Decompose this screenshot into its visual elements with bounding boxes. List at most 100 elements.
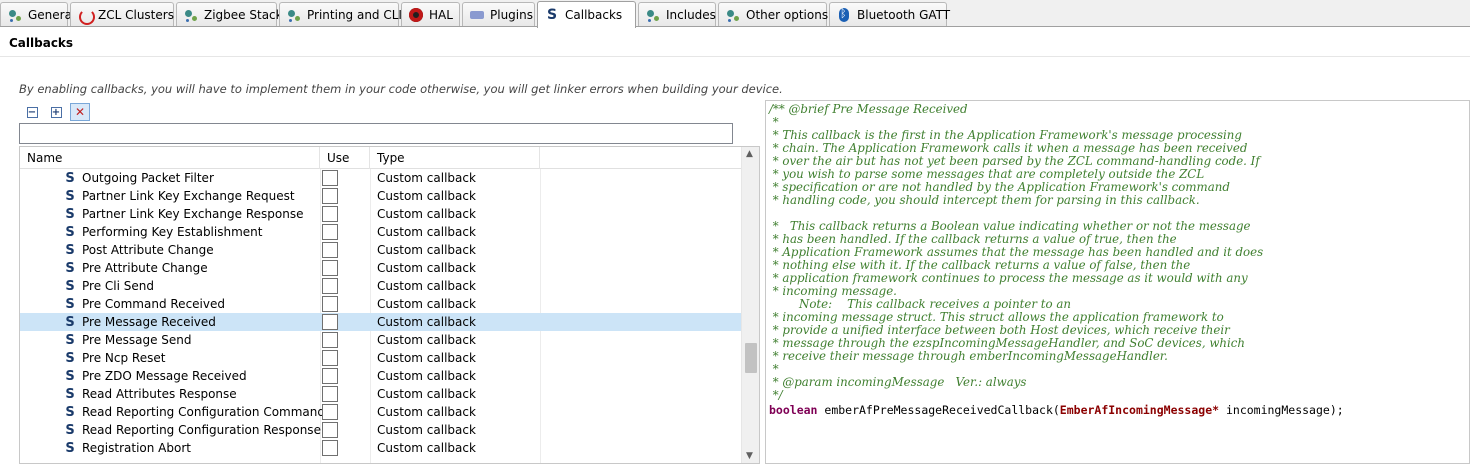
callback-name-cell: S Pre Attribute Change <box>62 259 207 277</box>
tab-plugins[interactable]: Plugins <box>462 2 535 26</box>
use-checkbox[interactable] <box>322 404 338 420</box>
use-checkbox[interactable] <box>322 278 338 294</box>
callback-icon: S <box>65 207 75 222</box>
callback-type: Custom callback <box>377 405 476 419</box>
collapse-all-button[interactable]: − <box>22 103 42 121</box>
use-checkbox[interactable] <box>322 368 338 384</box>
table-row[interactable]: S Pre Ncp Reset Custom callback <box>20 349 742 367</box>
callback-name-cell: S Pre Ncp Reset <box>62 349 165 367</box>
zcl-icon <box>77 7 95 25</box>
tab-label: Bluetooth GATT <box>857 7 951 22</box>
gear-icon <box>286 7 302 23</box>
use-checkbox[interactable] <box>322 242 338 258</box>
callback-type: Custom callback <box>377 279 476 293</box>
use-checkbox[interactable] <box>322 224 338 240</box>
callback-name: Partner Link Key Exchange Request <box>82 189 295 203</box>
callback-icon: S <box>65 423 75 438</box>
callback-name-cell: S Pre Command Received <box>62 295 225 313</box>
table-row[interactable]: S Read Reporting Configuration Response Cu… <box>20 421 742 439</box>
use-checkbox[interactable] <box>322 350 338 366</box>
gear-icon <box>725 7 741 23</box>
use-checkbox[interactable] <box>322 386 338 402</box>
callback-type: Custom callback <box>377 423 476 437</box>
callback-type: Custom callback <box>377 441 476 455</box>
callback-name: Read Reporting Configuration Response <box>82 423 321 437</box>
use-checkbox[interactable] <box>322 296 338 312</box>
table-row[interactable]: S Registration Abort Custom callback <box>20 439 742 457</box>
callback-icon: S <box>65 315 75 330</box>
table-row[interactable]: S Read Attributes Response Custom callback <box>20 385 742 403</box>
table-scrollbar[interactable]: ▲ ▼ <box>741 147 759 463</box>
callback-name: Post Attribute Change <box>82 243 214 257</box>
callback-icon: S <box>65 225 75 240</box>
column-header-type[interactable]: Type <box>370 147 540 169</box>
table-row[interactable]: S Post Attribute Change Custom callback <box>20 241 742 259</box>
callback-type: Custom callback <box>377 369 476 383</box>
callback-name-cell: S Performing Key Establishment <box>62 223 262 241</box>
filter-toggle-button[interactable]: ✕ <box>70 103 90 121</box>
scroll-down-icon[interactable]: ▼ <box>746 451 753 461</box>
column-header-use[interactable]: Use <box>320 147 370 169</box>
callback-type: Custom callback <box>377 387 476 401</box>
table-row[interactable]: S Pre Message Received Custom callback <box>20 313 742 331</box>
callback-icon: S <box>65 189 75 204</box>
tree-toolbar: − + ✕ <box>22 103 90 121</box>
table-row[interactable]: S Pre Message Send Custom callback <box>20 331 742 349</box>
use-checkbox[interactable] <box>322 260 338 276</box>
callback-icon: S <box>65 243 75 258</box>
callback-filter-input[interactable] <box>19 123 733 144</box>
tab-zigbee-stack[interactable]: Zigbee Stack <box>176 2 283 26</box>
expand-all-button[interactable]: + <box>46 103 66 121</box>
comment-line: * @param incomingMessage Ver.: always <box>769 375 1027 389</box>
callback-name: Pre Message Send <box>82 333 192 347</box>
tab-label: Printing and CLI <box>307 7 402 22</box>
tab-bluetooth-gatt[interactable]: Bluetooth GATT <box>829 2 951 26</box>
use-checkbox[interactable] <box>322 332 338 348</box>
callback-name-cell: S Pre ZDO Message Received <box>62 367 246 385</box>
callback-name-cell: S Partner Link Key Exchange Response <box>62 205 303 223</box>
tab-includes[interactable]: Includes <box>638 2 716 26</box>
scroll-up-icon[interactable]: ▲ <box>746 149 753 159</box>
callback-name-cell: S Pre Cli Send <box>62 277 154 295</box>
table-row[interactable]: S Pre Attribute Change Custom callback <box>20 259 742 277</box>
callback-name-cell: S Pre Message Received <box>62 313 216 331</box>
scrollbar-thumb[interactable] <box>745 343 757 373</box>
filter-toggle-icon: ✕ <box>74 105 86 119</box>
callback-type: Custom callback <box>377 225 476 239</box>
use-checkbox[interactable] <box>322 440 338 456</box>
use-checkbox[interactable] <box>322 206 338 222</box>
column-header-name[interactable]: Name <box>20 147 320 169</box>
callback-type: Custom callback <box>377 243 476 257</box>
section-title: Callbacks <box>9 36 74 50</box>
section-divider <box>0 56 1470 57</box>
use-checkbox[interactable] <box>322 188 338 204</box>
tab-label: Other options <box>746 7 829 22</box>
tab-other-options[interactable]: Other options <box>718 2 829 26</box>
comment-line: * receive their message through emberInc… <box>769 349 1168 363</box>
table-row[interactable]: S Performing Key Establishment Custom call… <box>20 223 742 241</box>
use-checkbox[interactable] <box>322 170 338 186</box>
table-row[interactable]: S Pre Cli Send Custom callback <box>20 277 742 295</box>
table-row[interactable]: S Pre Command Received Custom callback <box>20 295 742 313</box>
table-row[interactable]: S Outgoing Packet Filter Custom callback <box>20 169 742 187</box>
callback-name-cell: S Registration Abort <box>62 439 191 457</box>
callback-type: Custom callback <box>377 189 476 203</box>
callback-icon: S <box>65 171 75 186</box>
tab-general[interactable]: General <box>0 2 75 26</box>
callback-name: Pre Message Received <box>82 315 216 329</box>
tab-hal[interactable]: HAL <box>401 2 460 26</box>
callback-icon: S <box>65 279 75 294</box>
callbacks-hint-text: By enabling callbacks, you will have to … <box>19 82 783 96</box>
tab-zcl-clusters[interactable]: ZCL Clusters <box>70 2 174 26</box>
table-row[interactable]: S Partner Link Key Exchange Request Custom… <box>20 187 742 205</box>
tab-callbacks[interactable]: S Callbacks <box>537 1 636 28</box>
table-row[interactable]: S Partner Link Key Exchange Response Custo… <box>20 205 742 223</box>
use-checkbox[interactable] <box>322 422 338 438</box>
callback-source-preview: /** @brief Pre Message Received * * This… <box>765 100 1470 464</box>
tab-printing-and-cli[interactable]: Printing and CLI <box>279 2 402 26</box>
table-row[interactable]: S Read Reporting Configuration Command Cus… <box>20 403 742 421</box>
table-row[interactable]: S Pre ZDO Message Received Custom callback <box>20 367 742 385</box>
collapse-all-icon: − <box>26 106 38 118</box>
use-checkbox[interactable] <box>322 314 338 330</box>
param-name: incomingMessage); <box>1219 403 1344 417</box>
